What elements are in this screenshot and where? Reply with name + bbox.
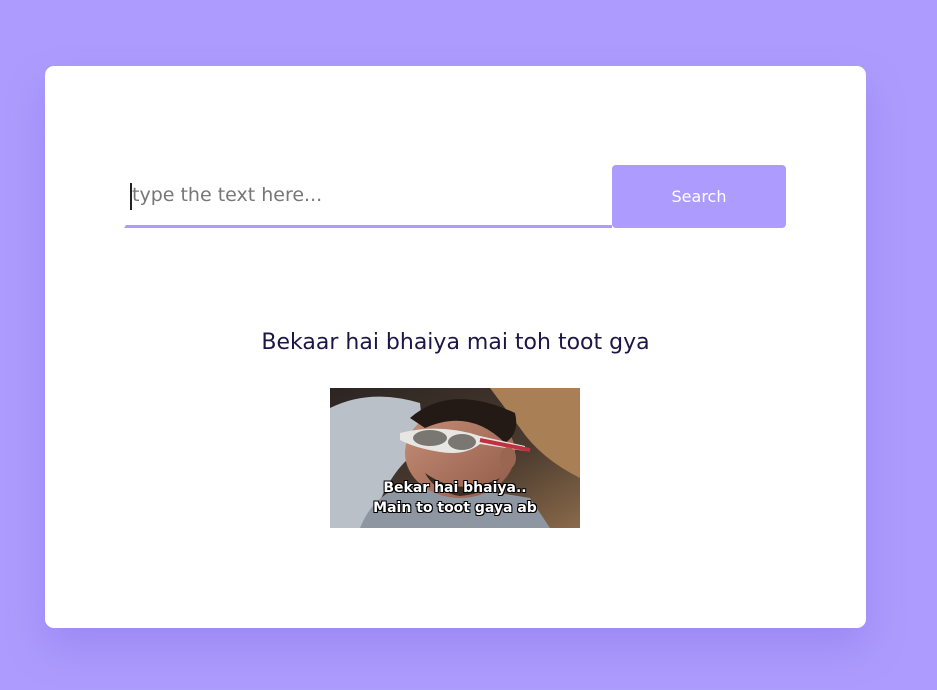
meme-caption-line2: Main to toot gaya ab: [373, 500, 537, 516]
meme-image: Bekar hai bhaiya.. Main to toot gaya ab: [330, 388, 580, 528]
meme-caption-line1: Bekar hai bhaiya..: [383, 480, 527, 496]
result-title: Bekaar hai bhaiya mai toh toot gya: [261, 330, 650, 355]
meme-caption: Bekar hai bhaiya.. Main to toot gaya ab: [330, 478, 580, 518]
search-input[interactable]: [124, 165, 612, 228]
search-button[interactable]: Search: [612, 165, 786, 228]
search-bar: Search: [124, 165, 786, 228]
text-cursor: [130, 183, 132, 210]
search-card: Search Bekaar hai bhaiya mai toh toot gy…: [45, 66, 866, 628]
